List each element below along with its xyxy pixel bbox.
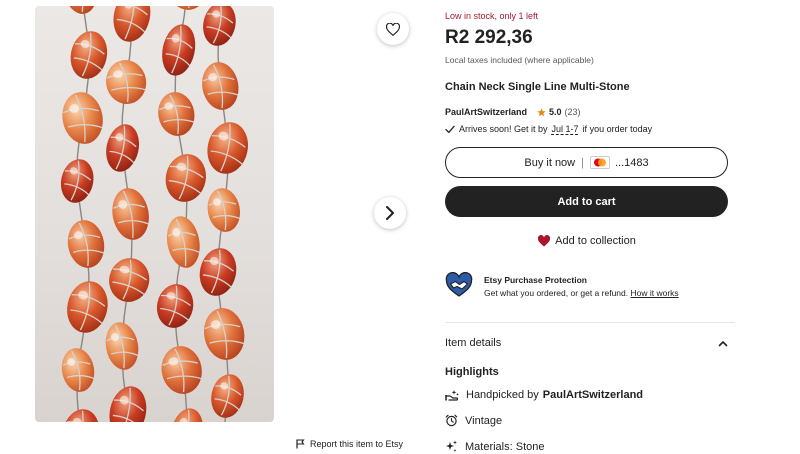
carnelian-stone xyxy=(207,188,241,232)
carnelian-stone xyxy=(162,24,196,76)
handpicked-hand-icon xyxy=(445,390,459,401)
carnelian-stone xyxy=(70,31,108,79)
purchase-protection: Etsy Purchase Protection Get what you or… xyxy=(445,272,679,298)
report-item-link[interactable]: Report this item to Etsy xyxy=(296,439,403,449)
carnelian-stone xyxy=(202,62,239,110)
arrival-row: Arrives soon! Get it by Jul 1-7 if you o… xyxy=(445,124,652,134)
carnelian-stone xyxy=(64,6,97,14)
arrival-dates-link[interactable]: Jul 1-7 xyxy=(552,124,579,134)
carnelian-stone xyxy=(211,374,244,418)
protection-text: Get what you ordered, or get a refund. xyxy=(484,288,629,298)
protection-title: Etsy Purchase Protection xyxy=(484,275,587,285)
listing-title: Chain Neck Single Line Multi-Stone xyxy=(445,81,630,93)
carnelian-stone xyxy=(166,6,208,10)
highlight-materials: Materials: Stone xyxy=(445,440,544,453)
carnelian-stone xyxy=(62,409,100,422)
heart-filled-icon xyxy=(538,235,551,247)
carnelian-stone xyxy=(67,281,108,333)
carnelian-stone xyxy=(60,159,94,203)
alarm-clock-icon xyxy=(445,414,458,427)
rating-value: 5.0 xyxy=(549,107,562,117)
carnelian-stone xyxy=(158,92,195,136)
add-to-cart-label: Add to cart xyxy=(557,195,616,208)
carnelian-stone xyxy=(109,258,150,302)
item-details-title: Item details xyxy=(445,337,502,349)
sparkle-icon xyxy=(446,440,457,452)
item-details-toggle[interactable]: Item details xyxy=(445,335,728,351)
purchase-protection-icon xyxy=(445,272,473,297)
buy-now-separator: | xyxy=(581,156,584,169)
carnelian-stone xyxy=(61,348,95,392)
buy-it-now-label: Buy it now xyxy=(524,156,576,169)
protection-description: Get what you ordered, or get a refund. H… xyxy=(484,288,679,298)
how-it-works-link[interactable]: How it works xyxy=(631,288,679,298)
carnelian-stone xyxy=(109,386,147,422)
flag-icon xyxy=(296,439,305,449)
carnelian-stone xyxy=(62,92,103,144)
seller-name-link[interactable]: PaulArtSwitzerland xyxy=(445,107,527,117)
arrival-suffix: if you order today xyxy=(582,124,653,134)
carnelian-stone xyxy=(113,6,151,42)
carnelian-stone xyxy=(203,6,236,46)
report-item-label: Report this item to Etsy xyxy=(310,439,404,449)
chevron-right-icon xyxy=(386,206,394,220)
carnelian-stone xyxy=(203,308,245,360)
review-count-link[interactable]: (23) xyxy=(565,107,581,117)
carnelian-stone xyxy=(112,188,149,240)
handpicked-prefix: Handpicked by xyxy=(466,389,539,401)
carnelian-stone xyxy=(67,220,105,268)
carnelian-stone xyxy=(166,216,200,268)
materials-label: Materials: Stone xyxy=(465,440,545,453)
chevron-up-icon xyxy=(718,340,728,346)
carnelian-necklace-image xyxy=(60,6,248,422)
carnelian-stone xyxy=(199,248,237,296)
star-icon xyxy=(537,107,546,116)
carnelian-stone xyxy=(161,346,202,394)
next-image-button[interactable] xyxy=(374,197,406,229)
carnelian-stone xyxy=(106,124,140,172)
mastercard-icon xyxy=(589,156,610,169)
highlight-handpicked: Handpicked by PaulArtSwitzerland xyxy=(445,389,643,401)
carnelian-stone xyxy=(156,284,194,328)
favorite-button[interactable] xyxy=(377,13,409,45)
add-to-collection-label: Add to collection xyxy=(555,235,636,247)
seller-row: PaulArtSwitzerland 5.0 (23) xyxy=(445,107,581,117)
buy-it-now-button[interactable]: Buy it now | ...1483 xyxy=(445,147,728,178)
product-photo[interactable] xyxy=(35,6,274,422)
add-to-cart-button[interactable]: Add to cart xyxy=(445,186,728,217)
price: R2 292,36 xyxy=(445,27,533,48)
tax-note: Local taxes included (where applicable) xyxy=(445,55,594,65)
arrival-prefix: Arrives soon! Get it by xyxy=(459,124,548,134)
carnelian-stone xyxy=(165,154,206,202)
stock-notice: Low in stock, only 1 left xyxy=(445,11,539,21)
carnelian-stone xyxy=(105,322,139,370)
divider xyxy=(445,322,735,323)
add-to-collection-button[interactable]: Add to collection xyxy=(445,232,728,250)
carnelian-stone xyxy=(207,122,248,174)
heart-outline-icon xyxy=(386,22,400,36)
carnelian-stone xyxy=(106,60,147,104)
highlight-vintage: Vintage xyxy=(445,414,502,427)
card-last-digits: ...1483 xyxy=(614,156,649,169)
checkmark-icon xyxy=(445,125,455,133)
highlights-title: Highlights xyxy=(445,366,499,378)
handpicked-shop-link[interactable]: PaulArtSwitzerland xyxy=(543,389,643,401)
vintage-label: Vintage xyxy=(465,414,503,427)
